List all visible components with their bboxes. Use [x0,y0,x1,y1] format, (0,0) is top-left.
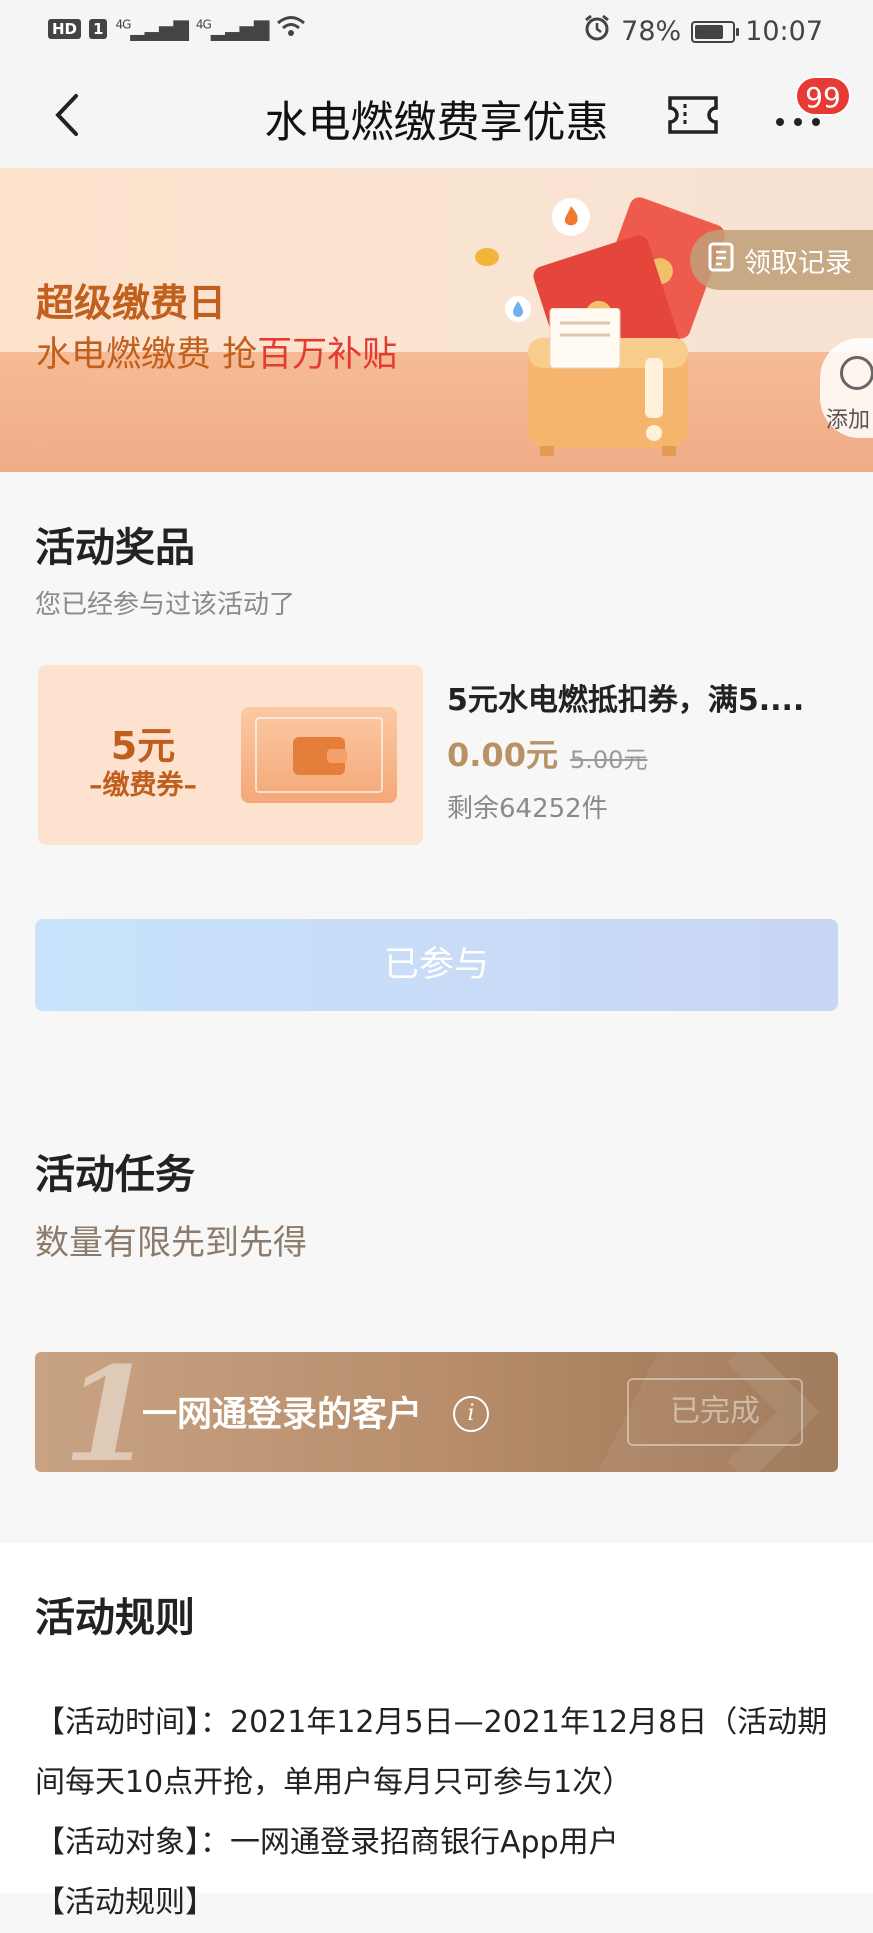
signal-icon-2: 4G▂▃▅▇ [195,17,269,41]
tasks-title: 活动任务 [35,1152,195,1198]
battery-icon [691,20,740,43]
joined-button[interactable]: 已参与 [35,919,838,1011]
coin-icon [475,248,499,266]
toaster-illustration [520,307,700,458]
banner-subtitle: 水电燃缴费 抢百万补贴 [36,335,398,375]
add-button[interactable]: 添加 [820,338,873,438]
status-right: 78% 10:07 [583,14,823,49]
claim-record-button[interactable]: 领取记录 [690,230,873,290]
flame-icon [552,198,590,236]
task-status-button[interactable]: 已完成 [627,1378,803,1446]
task-number: 1 [63,1352,154,1472]
sim-badge: 1 [89,19,108,39]
prize-type: –缴费券– [89,770,197,801]
status-left: HD 1 4G▂▃▅▇ 4G▂▃▅▇ [48,14,306,44]
rule-line: 【活动规则】 [35,1885,215,1920]
prize-name: 5元水电燃抵扣券，满5.... [447,683,805,718]
banner-highlight: 百万补贴 [257,335,398,375]
prize-original-price: 5.00元 [570,746,648,774]
rule-line: 【活动对象】：一网通登录招商银行App用户 [35,1825,619,1860]
banner-title: 超级缴费日 [36,281,227,325]
coupon-ticket-icon [241,707,397,803]
clock-icon [840,356,873,390]
prize-remaining: 剩余64252件 [447,794,608,824]
battery-percent: 78% [621,16,682,47]
promo-banner: 超级缴费日 水电燃缴费 抢百万补贴 领取记录 添加 [0,168,873,472]
list-icon [708,242,734,279]
tasks-subtitle: 数量有限先到先得 [35,1223,307,1263]
prize-amount: 5元 [110,724,176,768]
nav-bar: 水电燃缴费享优惠 99 [0,64,873,168]
claim-record-label: 领取记录 [744,247,852,279]
alarm-icon [583,14,611,49]
add-button-label: 添加 [826,408,871,433]
notification-badge: 99 [795,76,851,116]
rules-text: 【活动时间】：2021年12月5日—2021年12月8日（活动期间每天10点开抢… [35,1693,840,1933]
prize-card[interactable]: 5元 –缴费券– [38,665,423,845]
ticket-icon[interactable] [667,94,719,136]
clock: 10:07 [745,16,823,47]
rules-title: 活动规则 [35,1595,195,1641]
wallet-icon [293,737,347,775]
prizes-title: 活动奖品 [35,525,195,571]
hd-badge: HD [48,19,82,39]
info-icon[interactable]: i [453,1396,489,1432]
rule-line: 【活动时间】：2021年12月5日—2021年12月8日（活动期间每天10点开抢… [35,1705,828,1800]
page-title: 水电燃缴费享优惠 [264,98,609,148]
signal-icon: 4G▂▃▅▇ [115,17,188,41]
prize-price: 0.00元 [447,736,558,774]
prizes-subtitle: 您已经参与过该活动了 [35,590,296,620]
rules-section: 活动规则 【活动时间】：2021年12月5日—2021年12月8日（活动期间每天… [0,1543,873,1920]
wifi-icon [276,14,306,44]
task-card: 1 一网通登录的客户 i 已完成 [35,1352,838,1472]
task-label: 一网通登录的客户 [142,1395,423,1435]
status-bar: HD 1 4G▂▃▅▇ 4G▂▃▅▇ 78% 10:07 [0,0,873,64]
